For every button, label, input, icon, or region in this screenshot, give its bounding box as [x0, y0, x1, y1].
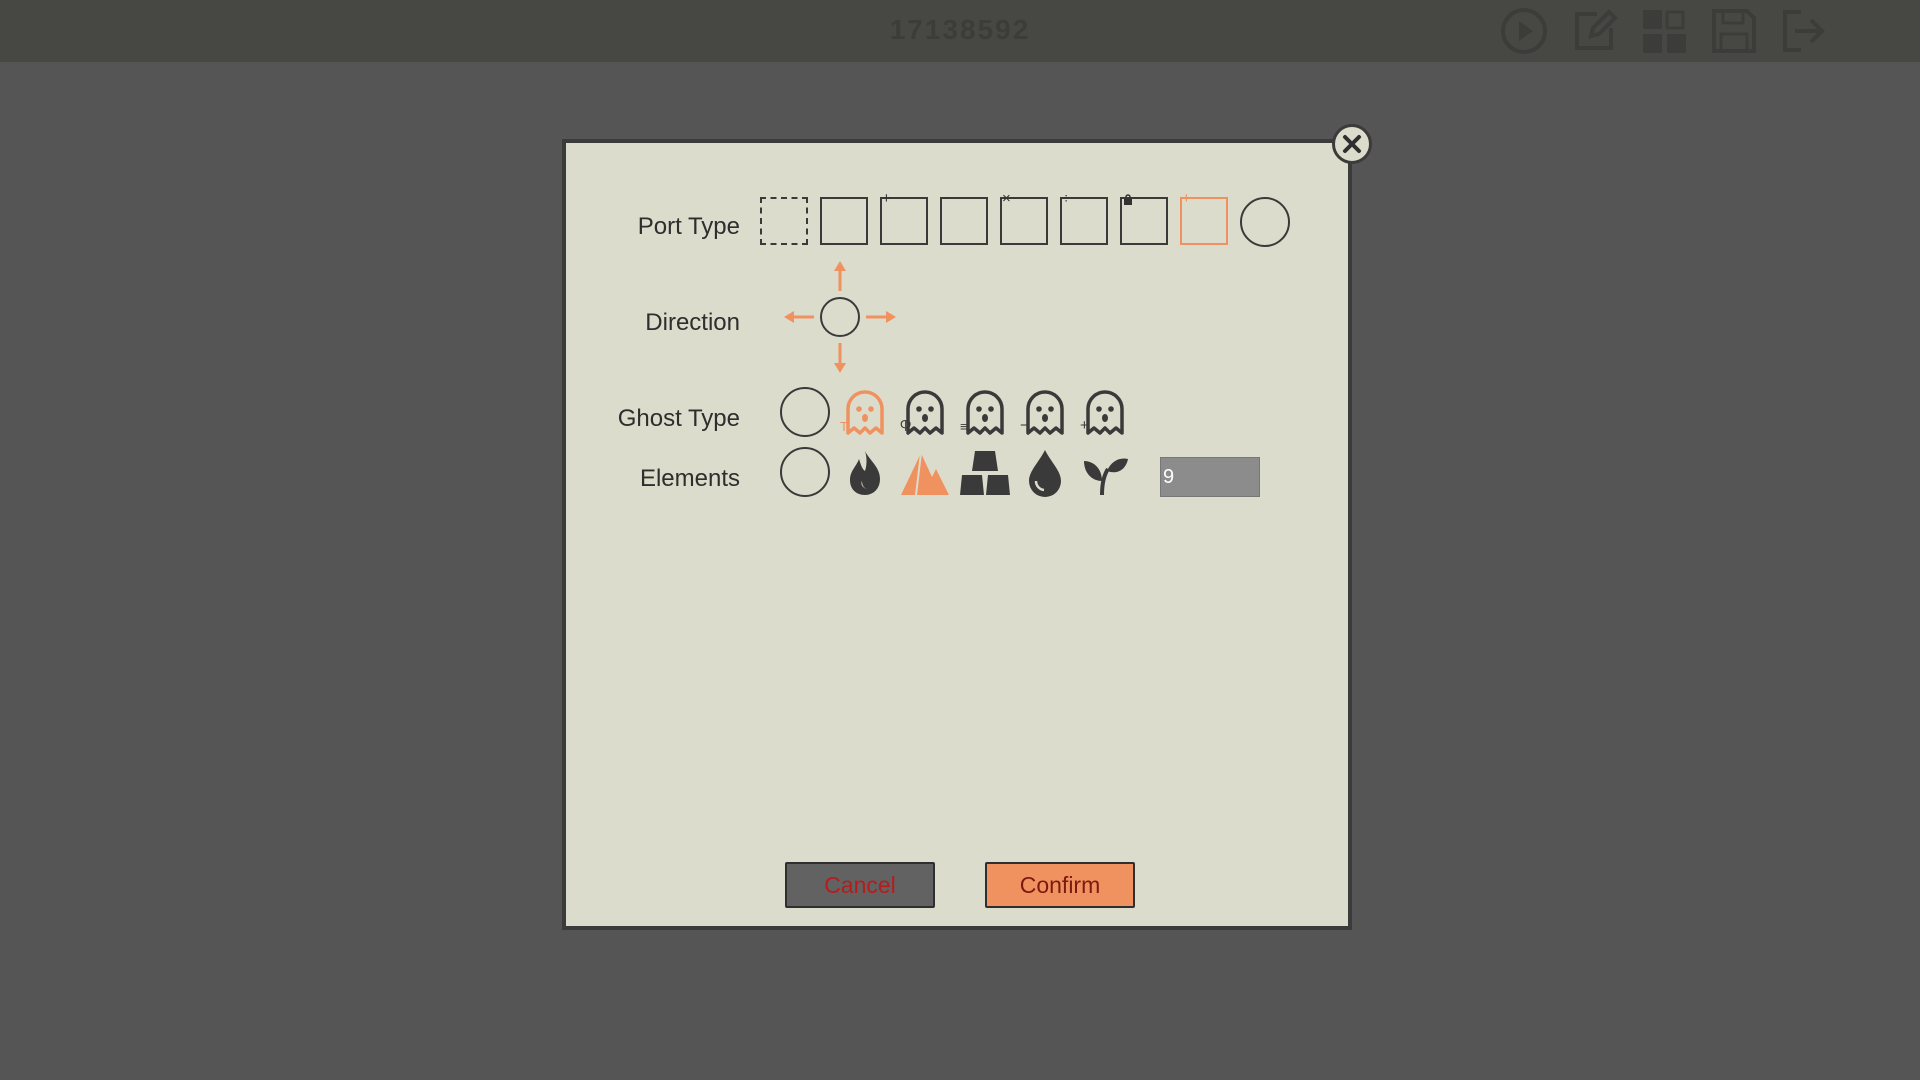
ghost-marker: Ⴔ	[900, 419, 912, 434]
ghost-marker: ≡	[960, 419, 968, 434]
port-type-circle[interactable]	[1240, 197, 1290, 247]
port-type-empty[interactable]	[760, 197, 808, 245]
port-type-label: Port Type	[637, 213, 740, 240]
plant-icon	[1084, 458, 1128, 496]
confirm-button[interactable]: Confirm	[985, 862, 1135, 908]
metal-icon	[960, 451, 1010, 495]
port-type-selected[interactable]: +	[1180, 191, 1228, 245]
direction-label: Direction	[645, 309, 740, 336]
toolbar	[1498, 5, 1830, 57]
lock-icon	[1124, 194, 1132, 205]
ghost-type-none[interactable]	[780, 387, 830, 437]
direction-picker	[784, 261, 896, 373]
play-icon[interactable]	[1498, 5, 1550, 57]
cancel-button[interactable]: Cancel	[785, 862, 935, 908]
ghost-type-plus[interactable]: +	[1080, 387, 1130, 437]
mountain-icon	[901, 452, 949, 496]
port-settings-dialog	[562, 139, 1352, 930]
save-icon[interactable]	[1708, 5, 1760, 57]
ghost-marker: T	[840, 419, 848, 434]
edit-icon[interactable]	[1568, 5, 1620, 57]
port-marker: ×	[1002, 190, 1011, 207]
close-icon	[1343, 135, 1361, 153]
ghost-type-minus[interactable]: −	[1020, 387, 1070, 437]
ghost-marker: +	[1080, 417, 1089, 434]
port-type-locked[interactable]	[1120, 194, 1168, 245]
arrow-up-icon[interactable]	[834, 261, 846, 291]
port-marker: ÷	[1062, 190, 1071, 207]
port-type-multiply[interactable]: ×	[1000, 191, 1048, 245]
direction-center[interactable]	[820, 297, 860, 337]
ghost-type-pi[interactable]: Ⴔ	[900, 387, 950, 437]
port-type-divide[interactable]: ÷	[1060, 191, 1108, 245]
ghost-marker: −	[1020, 417, 1029, 434]
port-type-plain[interactable]	[820, 197, 868, 245]
element-count-input[interactable]	[1160, 457, 1260, 497]
water-drop-icon	[1029, 450, 1061, 497]
fire-icon	[850, 451, 880, 495]
port-marker: +	[1182, 190, 1191, 207]
port-marker: +	[882, 190, 891, 207]
element-mountain[interactable]	[900, 447, 950, 497]
arrow-left-icon[interactable]	[784, 311, 814, 323]
port-marker: −	[942, 190, 951, 207]
grid-icon[interactable]	[1638, 5, 1690, 57]
elements-label: Elements	[639, 465, 740, 492]
port-type-add[interactable]: +	[880, 191, 928, 245]
element-metal[interactable]	[960, 447, 1010, 497]
ghost-type-label: Ghost Type	[617, 405, 740, 432]
close-button[interactable]	[1332, 124, 1372, 164]
ghost-type-t[interactable]: T	[840, 387, 890, 437]
element-none[interactable]	[780, 447, 830, 497]
element-fire[interactable]	[840, 447, 890, 497]
element-water[interactable]	[1020, 447, 1070, 497]
ghost-type-eq[interactable]: ≡	[960, 387, 1010, 437]
exit-icon[interactable]	[1778, 5, 1830, 57]
arrow-right-icon[interactable]	[866, 311, 896, 323]
arrow-down-icon[interactable]	[834, 343, 846, 373]
port-type-subtract[interactable]: −	[940, 191, 988, 245]
element-plant[interactable]	[1080, 447, 1130, 497]
